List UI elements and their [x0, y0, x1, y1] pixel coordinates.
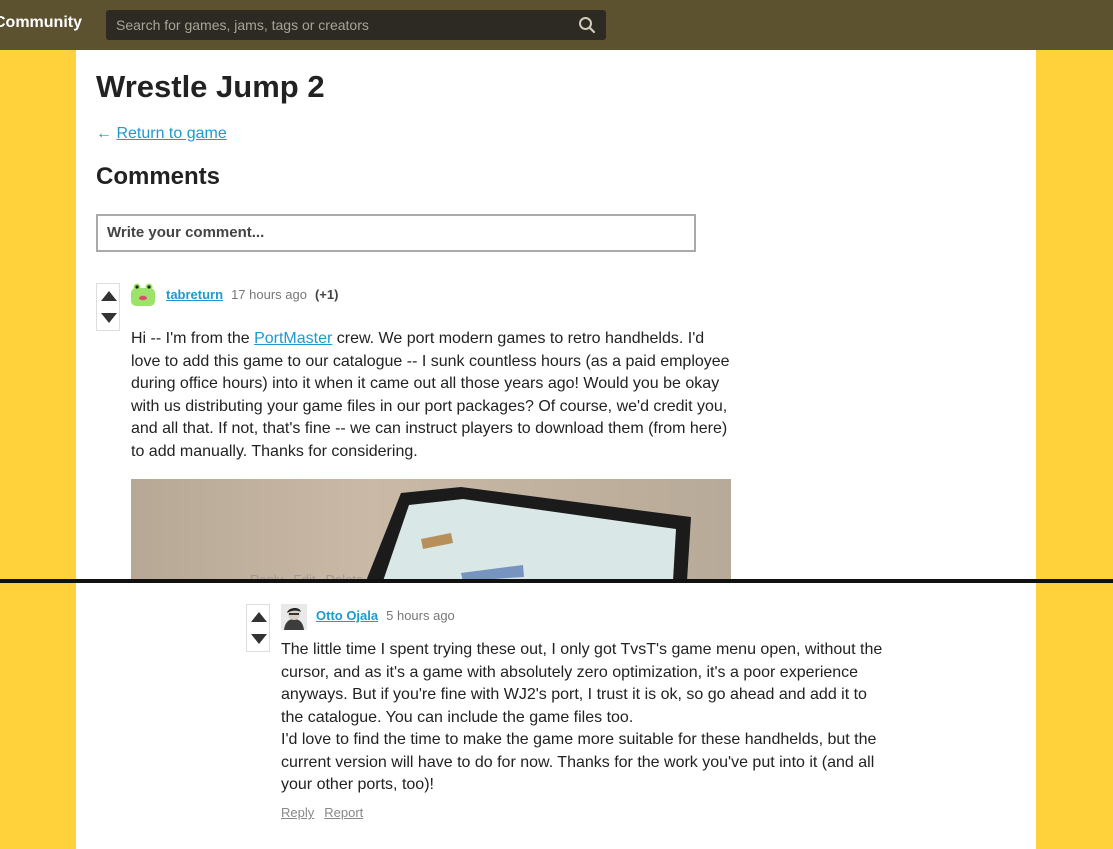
- comment-body: The little time I spent trying these out…: [281, 639, 891, 797]
- return-link[interactable]: ← Return to game: [96, 125, 227, 143]
- handheld-photo: [366, 487, 691, 581]
- reply-link[interactable]: Reply: [281, 805, 314, 820]
- comment-time: 17 hours ago: [231, 287, 307, 302]
- comment-author-link[interactable]: tabreturn: [166, 287, 223, 302]
- comment-input[interactable]: Write your comment...: [96, 214, 696, 252]
- search-icon[interactable]: [578, 16, 596, 34]
- comment-text: Hi -- I'm from the: [131, 330, 255, 347]
- comment-meta: Otto Ojala 5 hours ago: [316, 608, 455, 623]
- report-link[interactable]: Report: [324, 805, 363, 820]
- comment-text: crew. We port modern games to retro hand…: [131, 330, 730, 460]
- portmaster-link[interactable]: PortMaster: [254, 330, 332, 347]
- upvote-icon[interactable]: [101, 291, 117, 301]
- search-input[interactable]: [106, 10, 576, 40]
- search-bar: [106, 10, 606, 40]
- comments-heading: Comments: [96, 163, 221, 190]
- reply-section: Otto Ojala 5 hours ago The little time I …: [76, 583, 1036, 849]
- avatar[interactable]: [281, 604, 307, 630]
- downvote-icon[interactable]: [251, 634, 267, 644]
- vote-controls: [246, 604, 270, 652]
- top-navigation-bar: Community: [0, 0, 1113, 50]
- vote-controls: [96, 283, 120, 331]
- comment-time: 5 hours ago: [386, 608, 455, 623]
- comment-paragraph: The little time I spent trying these out…: [281, 641, 883, 726]
- comment-author-link[interactable]: Otto Ojala: [316, 608, 378, 623]
- comment-score: (+1): [314, 287, 339, 302]
- upvote-icon[interactable]: [251, 612, 267, 622]
- return-to-game-link[interactable]: Return to game: [116, 125, 226, 142]
- community-nav-link[interactable]: Community: [0, 14, 82, 32]
- comment-actions: Reply Report: [281, 805, 373, 820]
- downvote-icon[interactable]: [101, 313, 117, 323]
- comment-meta: tabreturn 17 hours ago (+1): [166, 287, 338, 302]
- avatar[interactable]: [130, 282, 156, 308]
- arrow-left-icon: ←: [96, 125, 112, 142]
- comment-paragraph: I'd love to find the time to make the ga…: [281, 731, 877, 793]
- comment-body: Hi -- I'm from the PortMaster crew. We p…: [131, 328, 731, 463]
- comment-image: [131, 479, 731, 581]
- page-title: Wrestle Jump 2: [96, 69, 325, 104]
